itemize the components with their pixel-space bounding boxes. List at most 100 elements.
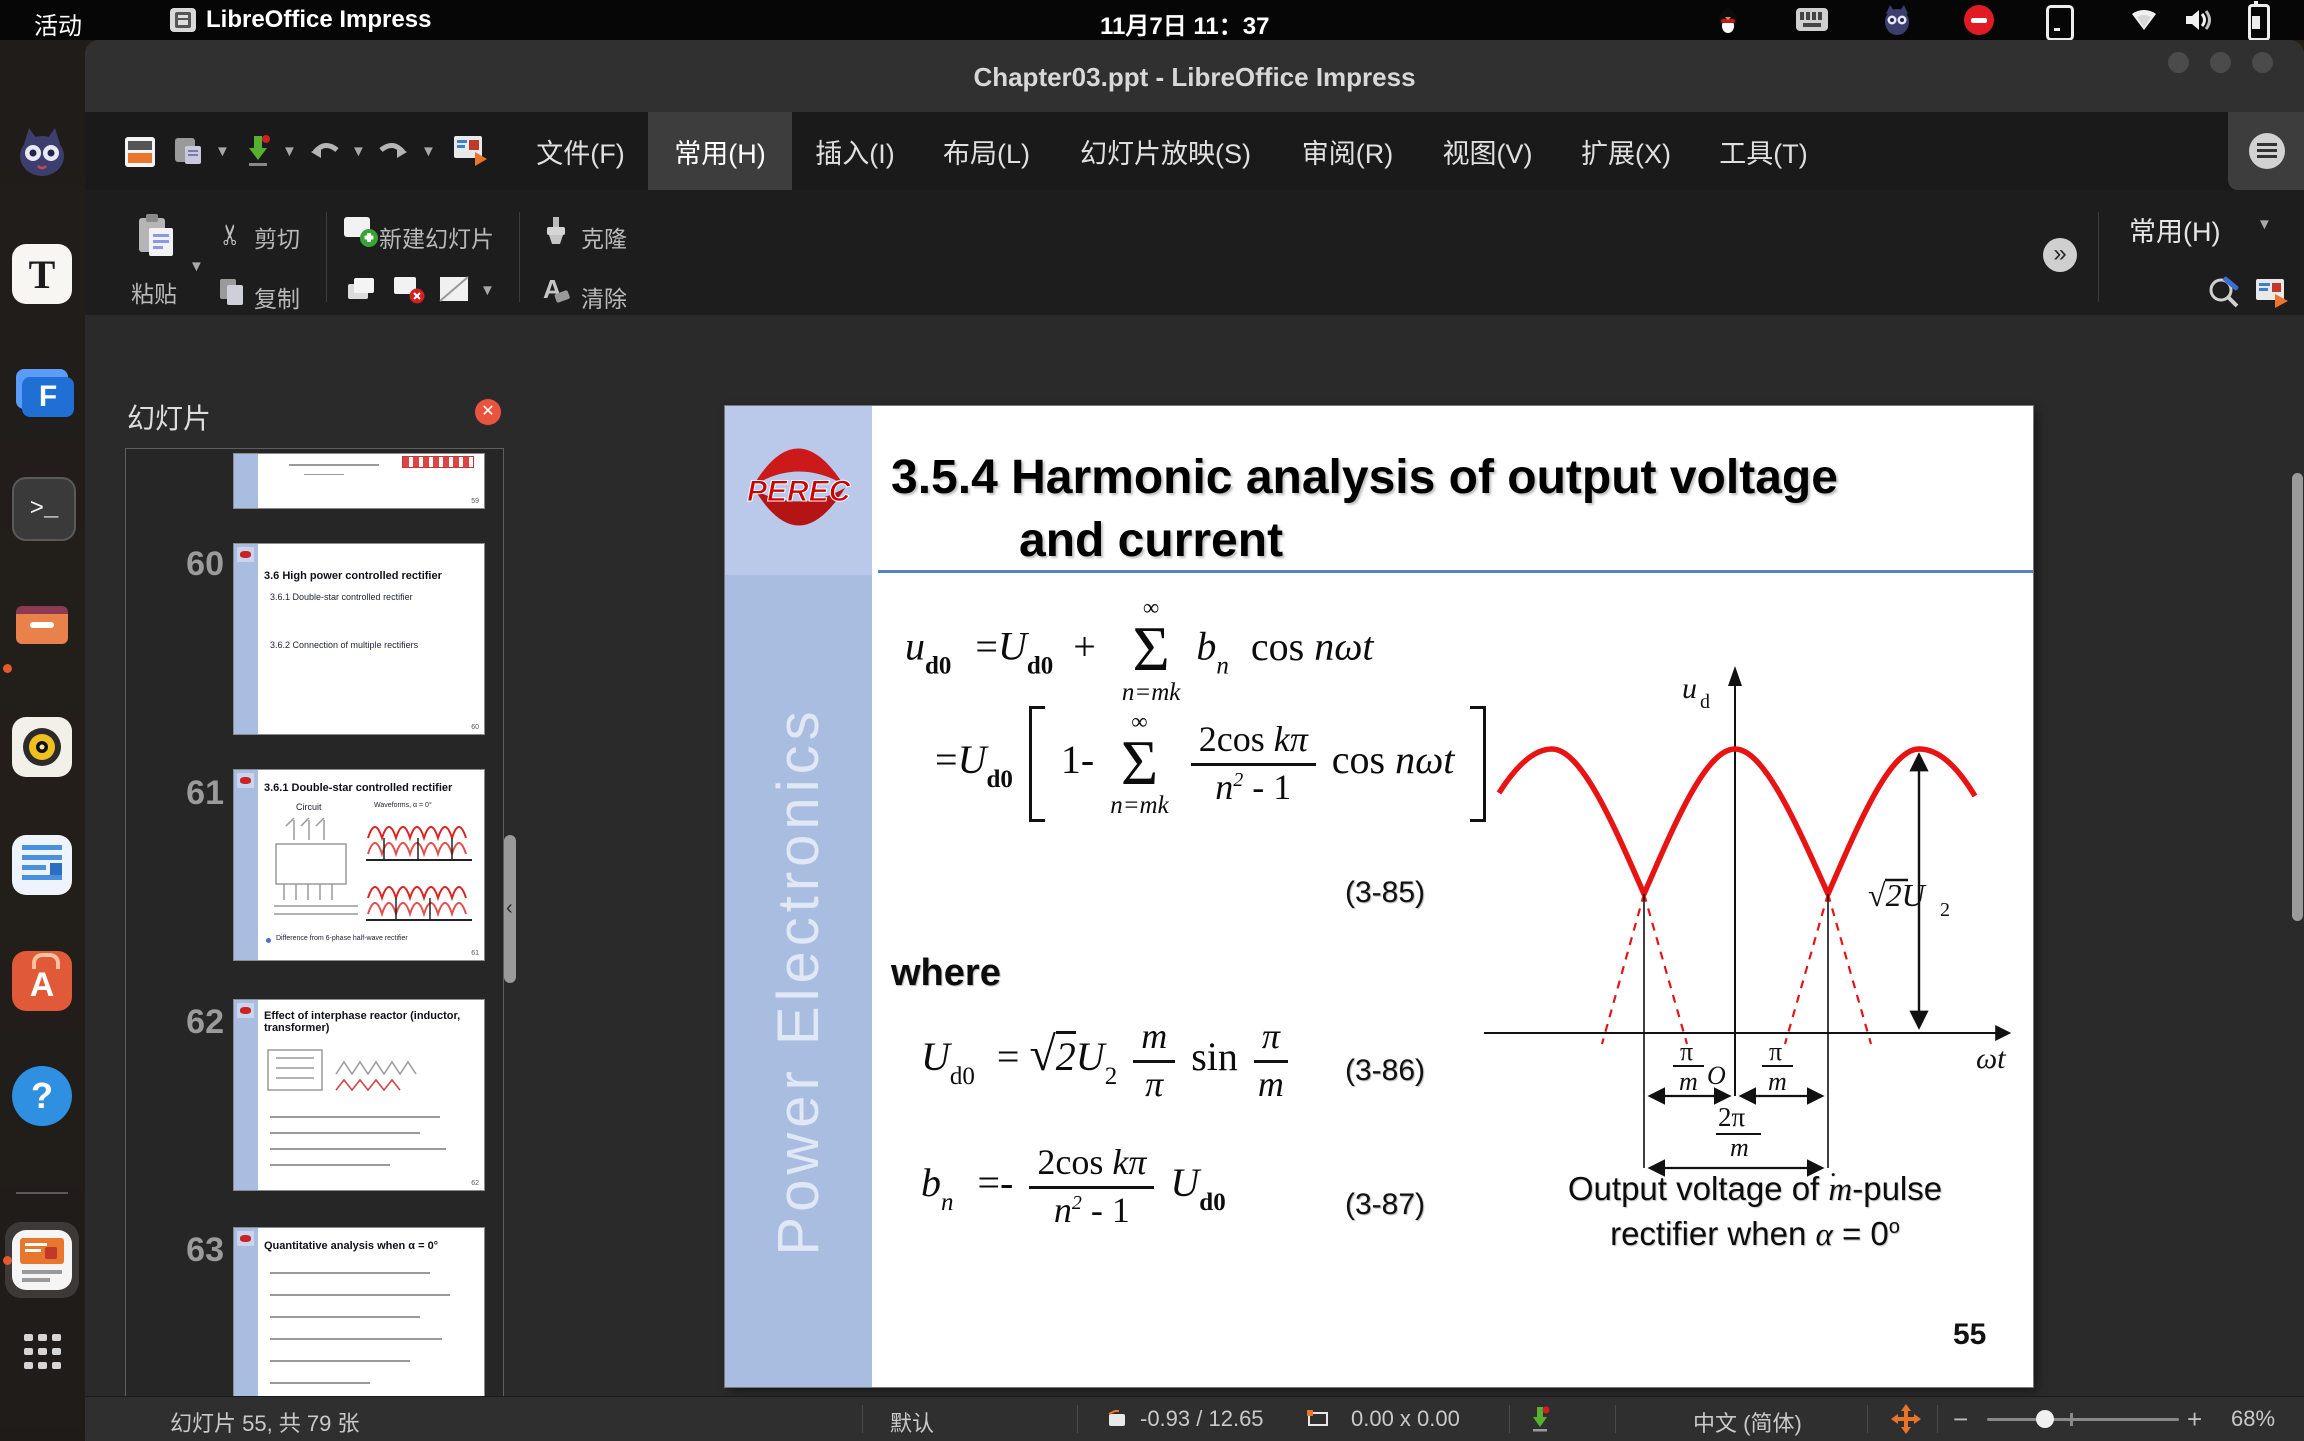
window-button-1[interactable] [2168,52,2189,73]
clear-label[interactable]: 清除 [581,280,627,314]
slide-thumbnail-59-partial[interactable]: 59 [233,453,485,509]
menubar-menu-container [2228,112,2304,190]
dock-item-music-player[interactable] [12,717,72,777]
activities-button[interactable]: 活动 [34,6,82,41]
layout-dropdown-icon[interactable]: ▼ [480,282,495,299]
panel-scrollbar[interactable]: ‹ [504,835,516,983]
slide-thumbnail-62[interactable]: Effect of interphase reactor (inductor, … [233,999,485,1191]
zoom-out-button[interactable]: − [1953,1404,1968,1435]
toolbar-separator [326,212,327,302]
window-button-3[interactable] [2252,52,2273,73]
title-rule [878,570,2033,573]
redo-dropdown-icon[interactable]: ▼ [421,143,436,160]
dock-item-file-manager[interactable] [12,598,72,658]
hamburger-menu-icon[interactable] [2249,133,2285,169]
redo-icon[interactable] [377,138,409,162]
dock-item-files-f[interactable]: F [12,363,74,423]
dock-item-chat-cat[interactable] [12,121,72,181]
workspace: 幻灯片 ✕ 59 60 3.6 High power controlled re… [85,315,2304,1427]
window-button-2[interactable] [2210,52,2231,73]
zoom-pan-icon[interactable] [2207,276,2241,310]
start-slideshow-icon[interactable] [2255,278,2289,308]
dock-item-writer-document[interactable] [12,835,72,895]
paste-dropdown-icon[interactable]: ▼ [189,258,204,275]
panel-close-icon[interactable]: ✕ [475,399,501,425]
dock-item-app-store[interactable]: A [12,951,72,1011]
paste-label[interactable]: 粘贴 [131,275,177,309]
copy-icon[interactable] [219,278,245,306]
tab-layout[interactable]: 布局(L) [941,112,1032,190]
dock-item-app-grid[interactable] [12,1322,72,1382]
battery-icon[interactable] [2248,1,2270,41]
svg-text:π: π [1680,1037,1693,1066]
save-dropdown-icon[interactable]: ▼ [282,143,297,160]
clone-label[interactable]: 克隆 [581,220,627,254]
cursor-position-icon [1107,1408,1127,1426]
mini-diagram [267,1049,417,1092]
zoom-in-button[interactable]: + [2187,1404,2202,1435]
slide-thumbnail-63[interactable]: Quantitative analysis when α = 0° 63 [233,1227,485,1419]
tab-slideshow[interactable]: 幻灯片放映(S) [1074,112,1257,190]
toolbar-overflow-icon[interactable]: » [2043,238,2077,272]
language-status[interactable]: 中文 (简体) [1693,1406,1802,1438]
zoom-slider-track[interactable] [1987,1418,2179,1421]
undo-dropdown-icon[interactable]: ▼ [351,143,366,160]
svg-text:u: u [1682,672,1697,705]
impress-window: Chapter03.ppt - LibreOffice Impress ▼ ▼ … [85,40,2304,1441]
open-file-icon[interactable] [173,136,203,166]
do-not-disturb-icon[interactable] [1964,5,1994,35]
duplicate-slide-icon[interactable] [347,276,377,304]
save-icon[interactable] [245,134,271,168]
clear-formatting-icon[interactable]: A [541,274,571,304]
fit-slide-icon[interactable] [1891,1404,1921,1434]
dock-item-impress[interactable] [12,1230,72,1290]
tab-tools[interactable]: 工具(T) [1714,112,1813,190]
cut-label[interactable]: 剪切 [254,220,300,254]
clock[interactable]: 11月7日 11：37 [1100,6,1269,41]
window-titlebar[interactable]: Chapter03.ppt - LibreOffice Impress [85,40,2304,113]
dock-item-help[interactable]: ? [12,1066,72,1126]
status-bar: 幻灯片 55, 共 79 张 默认 -0.93 / 12.65 0.00 x 0… [85,1396,2304,1441]
tablet-device-icon[interactable] [2046,5,2074,41]
cut-icon[interactable]: ✂ [214,223,247,246]
tab-insert[interactable]: 插入(I) [810,112,900,190]
zoom-level-status[interactable]: 68% [2231,1406,2275,1432]
undo-icon[interactable] [309,138,341,162]
tab-extension[interactable]: 扩展(X) [1576,112,1676,190]
impress-doc-icon[interactable] [125,137,155,167]
copy-label[interactable]: 复制 [254,280,300,314]
focused-app-name[interactable]: LibreOffice Impress [206,6,431,34]
slide-thumbnail-61[interactable]: 3.6.1 Double-star controlled rectifier C… [233,769,485,961]
chat-cat-tray-icon[interactable] [1882,4,1912,36]
qq-penguin-icon[interactable] [1716,5,1740,35]
slide-thumbnail-60[interactable]: 3.6 High power controlled rectifier 3.6.… [233,543,485,735]
volume-icon[interactable] [2182,6,2214,34]
dock-item-terminal[interactable]: >_ [12,477,76,541]
tab-file[interactable]: 文件(F) [529,112,632,190]
new-slide-label[interactable]: 新建幻灯片 [379,220,494,254]
vertical-scrollbar[interactable] [2292,473,2303,921]
wifi-icon[interactable] [2128,6,2160,34]
keyboard-icon[interactable] [1796,8,1828,31]
dock-item-text-editor[interactable]: T [12,244,72,304]
toolbar-tab-selector[interactable]: 常用(H) [2129,210,2220,249]
unsaved-changes-icon[interactable] [1529,1405,1551,1433]
tab-home[interactable]: 常用(H) [648,112,792,190]
clone-formatting-icon[interactable] [543,216,569,246]
slide-canvas[interactable]: PEREC Power Electronics 3.5.4 Harmonic a… [725,406,2033,1387]
slide-style-status[interactable]: 默认 [890,1406,934,1438]
tab-view[interactable]: 视图(V) [1439,112,1536,190]
tab-review[interactable]: 审阅(R) [1299,112,1396,190]
svg-text:PEREC: PEREC [747,475,852,508]
panel-collapse-icon[interactable]: ‹ [506,897,513,920]
new-slide-icon[interactable] [343,216,379,248]
zoom-slider-thumb[interactable] [2036,1410,2054,1428]
formula-udo-value: Ud0 = √2U2 mπ sin πm [921,1017,1294,1104]
slide-layout-icon[interactable] [439,276,469,302]
delete-slide-icon[interactable] [393,276,425,304]
svg-text:m: m [1768,1067,1787,1096]
tab-selector-dropdown-icon[interactable]: ▼ [2257,216,2272,233]
open-dropdown-icon[interactable]: ▼ [215,143,230,160]
slideshow-icon[interactable] [453,134,487,166]
paste-icon[interactable] [137,214,175,258]
